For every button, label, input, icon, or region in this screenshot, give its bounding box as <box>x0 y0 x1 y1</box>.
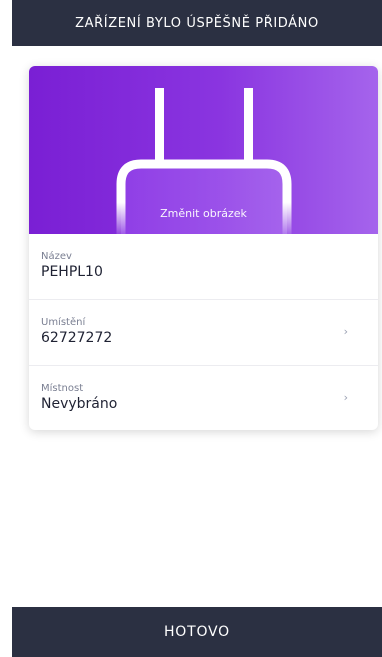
change-image-label: Změnit obrázek <box>160 207 247 220</box>
chevron-right-icon: › <box>343 325 348 338</box>
location-field-label: Umístění <box>41 317 86 328</box>
name-field-value: PEHPL10 <box>41 264 103 280</box>
location-field[interactable]: Umístění 62727272 › <box>29 300 378 366</box>
device-card: Změnit obrázek Název PEHPL10 Umístění 62… <box>29 66 378 430</box>
location-field-value: 62727272 <box>41 330 113 346</box>
done-button[interactable]: HOTOVO <box>12 607 382 657</box>
device-added-screen: ZAŘÍZENÍ BYLO ÚSPĚŠNĚ PŘIDÁNO Změnit obr… <box>0 0 382 657</box>
content-area: Změnit obrázek Název PEHPL10 Umístění 62… <box>12 46 382 607</box>
chevron-right-icon: › <box>343 391 348 404</box>
name-field[interactable]: Název PEHPL10 <box>29 234 378 300</box>
room-field-value: Nevybráno <box>41 396 118 412</box>
left-edge <box>0 0 12 657</box>
device-image-area[interactable]: Změnit obrázek <box>29 66 378 234</box>
name-field-label: Název <box>41 251 72 262</box>
header-bar: ZAŘÍZENÍ BYLO ÚSPĚŠNĚ PŘIDÁNO <box>12 0 382 46</box>
room-field-label: Místnost <box>41 383 84 394</box>
page-title: ZAŘÍZENÍ BYLO ÚSPĚŠNĚ PŘIDÁNO <box>75 15 319 31</box>
room-field[interactable]: Místnost Nevybráno › <box>29 366 378 430</box>
done-button-label: HOTOVO <box>163 624 231 640</box>
